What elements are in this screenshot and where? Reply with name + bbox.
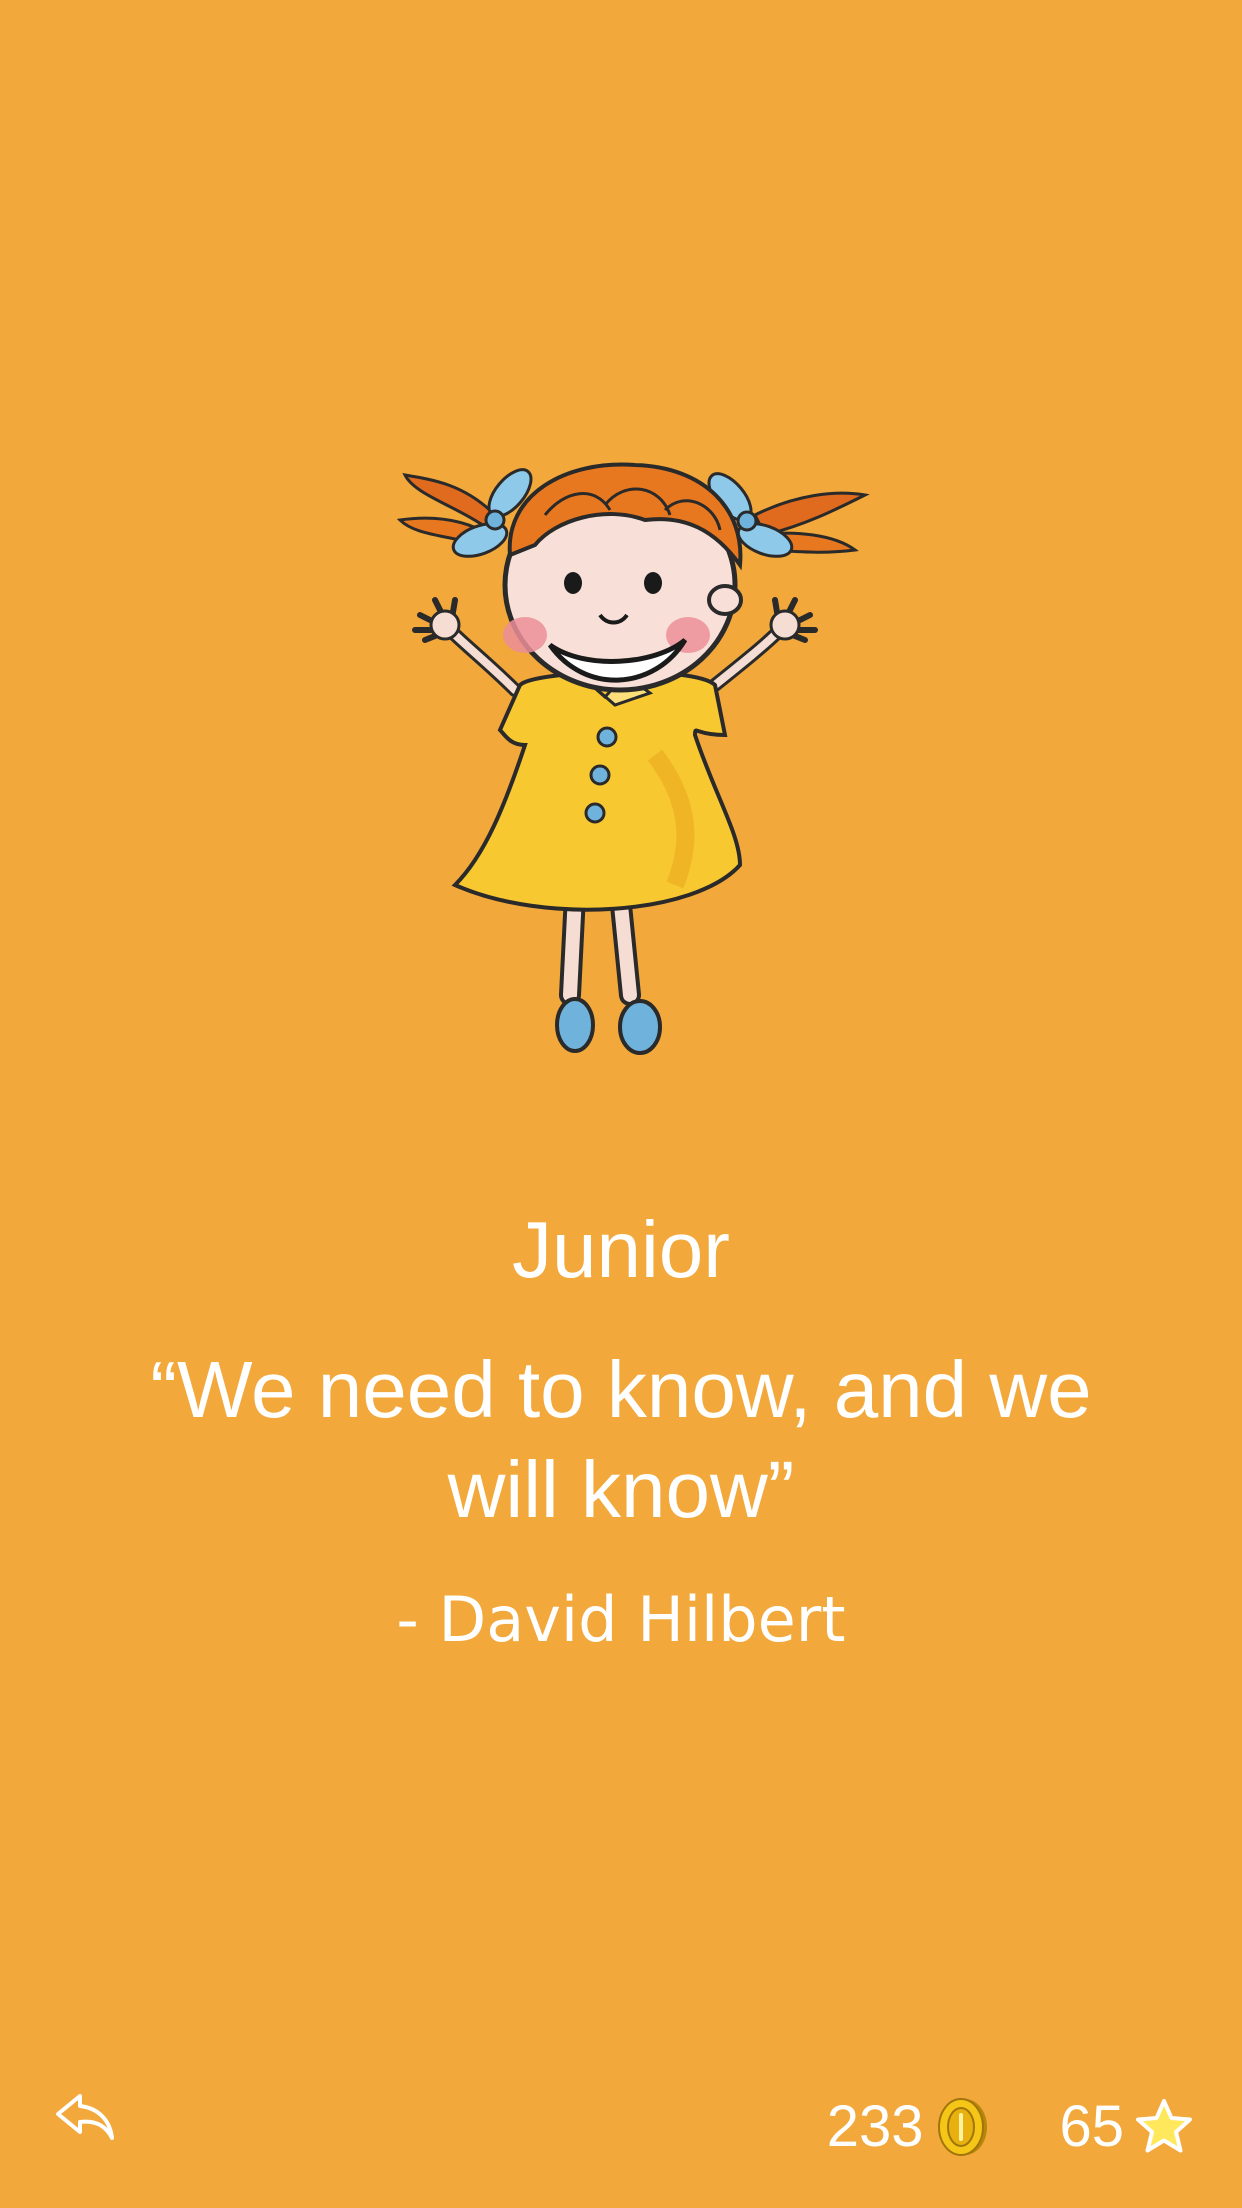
quote-author: - David Hilbert <box>396 1583 846 1656</box>
quote-text: “We need to know, and we will know” <box>150 1345 1092 1534</box>
coin-count: 233 <box>826 2094 924 2159</box>
star-icon <box>1136 2099 1192 2153</box>
stats-bar: 233 65 <box>827 2092 1194 2162</box>
level-title: Junior <box>512 1205 730 1294</box>
girl-illustration <box>396 462 870 1055</box>
gold-coin-icon <box>938 2098 988 2156</box>
reply-arrow-icon[interactable] <box>52 2090 118 2146</box>
star-count: 65 <box>1059 2094 1124 2159</box>
